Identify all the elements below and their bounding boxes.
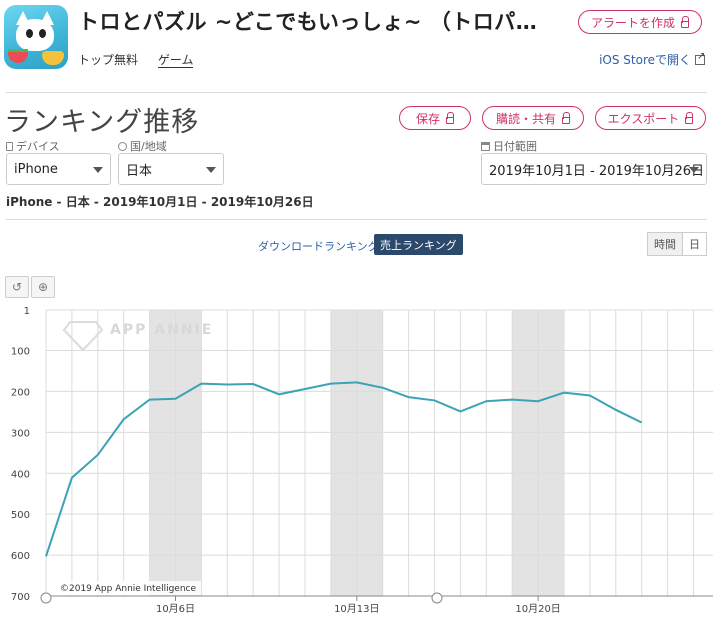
- country-select[interactable]: 日本: [118, 153, 224, 185]
- y-tick-label: 400: [11, 469, 30, 480]
- undo-icon: ↺: [11, 280, 23, 294]
- reset-zoom-button[interactable]: ↺: [5, 276, 29, 298]
- zoom-in-icon: ⊕: [37, 280, 49, 294]
- daily-button[interactable]: 日: [683, 233, 706, 255]
- granularity-toggle: 時間 日: [647, 232, 707, 256]
- app-icon: [4, 5, 68, 69]
- date-range-value: 2019年10月1日 - 2019年10月26日: [489, 163, 705, 179]
- y-tick-label: 100: [11, 347, 30, 358]
- save-button[interactable]: 保存: [399, 106, 471, 130]
- y-tick-label: 300: [11, 428, 30, 439]
- y-tick-label: 600: [11, 551, 30, 562]
- y-tick-label: 200: [11, 387, 30, 398]
- divider: [6, 219, 707, 220]
- bowl-icon: [42, 51, 64, 65]
- export-label: エクスポート: [607, 111, 680, 126]
- country-value: 日本: [126, 163, 153, 179]
- cat-eye-icon: [39, 29, 46, 38]
- lock-icon: [681, 15, 689, 28]
- ranking-chart: 1 100 200 300 400 500 600 700 10月6日 10月13日 10月20日 A…: [11, 306, 713, 615]
- lock-icon: [446, 111, 454, 124]
- cat-face-icon: [16, 19, 54, 51]
- export-button[interactable]: エクスポート: [595, 106, 706, 130]
- chevron-down-icon: [93, 167, 103, 173]
- app-meta: トップ無料 ゲーム: [78, 51, 209, 68]
- subscribe-share-button[interactable]: 購読・共有: [482, 106, 584, 130]
- device-label: デバイス: [6, 138, 60, 154]
- globe-icon: [118, 141, 127, 151]
- chevron-down-icon: [689, 167, 699, 173]
- lock-icon: [562, 111, 570, 124]
- tab-revenue-ranking[interactable]: 売上ランキング: [374, 234, 463, 255]
- zoom-button[interactable]: ⊕: [31, 276, 55, 298]
- x-tick-label: 10月13日: [334, 603, 379, 615]
- external-link-icon: [695, 51, 705, 65]
- app-title: トロとパズル ~どこでもいっしょ~ （トロパズ…: [78, 10, 548, 34]
- device-value: iPhone: [14, 161, 58, 177]
- event-marker-icon: [431, 592, 443, 604]
- app-annie-logo-icon: [62, 321, 104, 352]
- subscribe-share-label: 購読・共有: [495, 111, 556, 126]
- date-label: 日付範囲: [481, 138, 537, 154]
- save-label: 保存: [415, 111, 440, 126]
- y-tick-label: 700: [11, 592, 30, 603]
- country-label: 国/地域: [118, 138, 167, 154]
- watermark: APP ANNIE: [110, 322, 213, 338]
- device-select[interactable]: iPhone: [6, 153, 111, 185]
- create-alert-button[interactable]: アラートを作成: [578, 10, 702, 34]
- genre-link[interactable]: ゲーム: [157, 53, 194, 68]
- create-alert-label: アラートを作成: [590, 15, 675, 30]
- device-icon: [6, 141, 13, 151]
- section-title: ランキング推移: [4, 107, 200, 138]
- lock-icon: [685, 111, 694, 124]
- tab-download-ranking[interactable]: ダウンロードランキング: [258, 238, 379, 254]
- cat-eye-icon: [26, 29, 33, 38]
- x-tick-label: 10月6日: [156, 603, 195, 615]
- calendar-icon: [481, 141, 490, 151]
- hourly-button[interactable]: 時間: [648, 233, 683, 255]
- ios-store-link[interactable]: iOS Storeで開く: [599, 51, 705, 68]
- ios-store-label: iOS Storeで開く: [599, 53, 691, 67]
- divider: [6, 92, 707, 93]
- y-tick-label: 500: [11, 510, 30, 521]
- publisher-label[interactable]: トップ無料: [78, 53, 138, 67]
- event-marker-icon: [40, 592, 52, 604]
- copyright-label: ©2019 App Annie Intelligence: [60, 584, 197, 594]
- chevron-down-icon: [206, 167, 216, 173]
- date-range-select[interactable]: 2019年10月1日 - 2019年10月26日: [481, 153, 707, 185]
- y-tick-label: 1: [24, 306, 30, 317]
- watermelon-icon: [8, 49, 28, 63]
- filter-summary: iPhone - 日本 - 2019年10月1日 - 2019年10月26日: [6, 195, 314, 209]
- x-tick-label: 10月20日: [515, 603, 560, 615]
